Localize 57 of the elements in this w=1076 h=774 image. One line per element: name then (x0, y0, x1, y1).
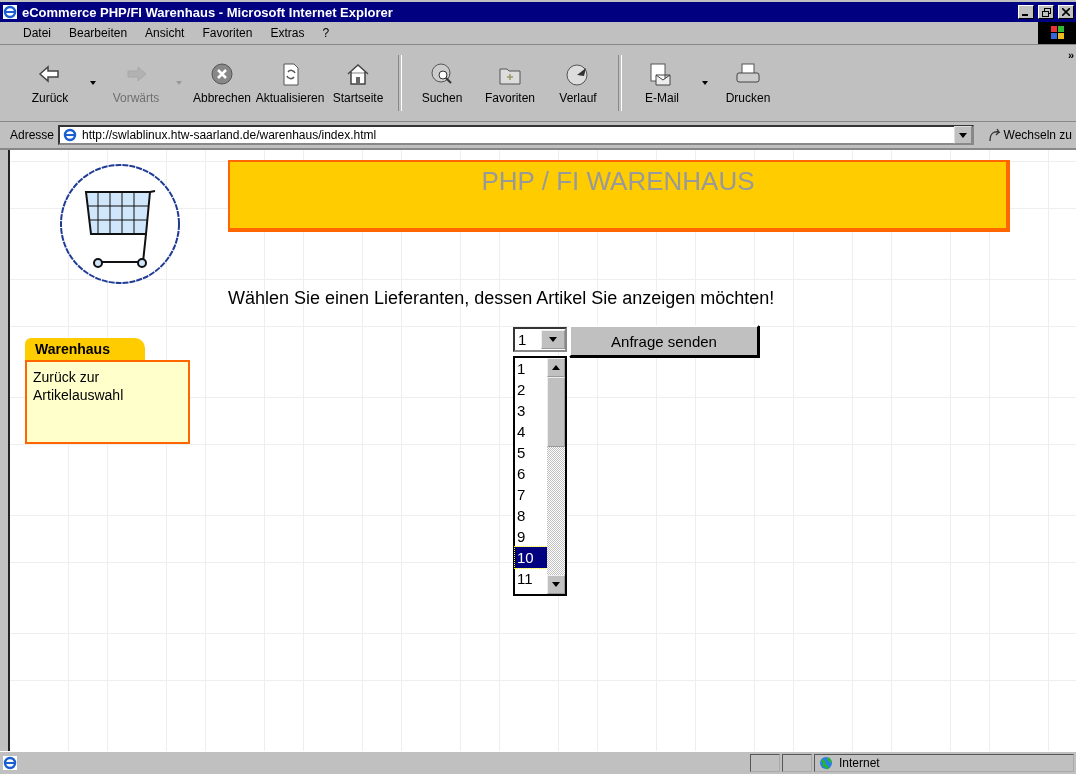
supplier-select[interactable]: 1 (513, 327, 567, 352)
back-button[interactable]: Zurück (16, 61, 84, 105)
home-button[interactable]: Startseite (324, 61, 392, 105)
go-button[interactable]: Wechseln zu (977, 128, 1076, 142)
favorites-button[interactable]: Favoriten (476, 61, 544, 105)
globe-icon (819, 756, 833, 770)
dropdown-option[interactable]: 9 (515, 526, 547, 547)
refresh-button[interactable]: Aktualisieren (256, 61, 324, 105)
caret-icon[interactable] (700, 80, 710, 86)
scrollbar[interactable] (547, 358, 565, 594)
more-chevron[interactable]: » (1067, 49, 1074, 61)
stop-button[interactable]: Abbrechen (188, 61, 256, 105)
close-button[interactable] (1058, 5, 1074, 19)
dropdown-option[interactable]: 3 (515, 400, 547, 421)
sidebar-tab[interactable]: Warenhaus (25, 338, 145, 360)
status-panel (750, 754, 780, 772)
zone-label: Internet (839, 756, 880, 770)
print-button[interactable]: Drucken (714, 61, 782, 105)
dropdown-option[interactable]: 8 (515, 505, 547, 526)
search-button[interactable]: Suchen (408, 61, 476, 105)
page-icon (2, 755, 18, 771)
page-icon (62, 127, 79, 143)
caret-icon[interactable] (88, 80, 98, 86)
menu-item[interactable]: Bearbeiten (60, 26, 137, 40)
back-link[interactable]: Zurück zur Artikelauswahl (33, 368, 182, 404)
dropdown-option[interactable]: 5 (515, 442, 547, 463)
dropdown-option[interactable]: 11 (515, 568, 547, 589)
menu-item[interactable]: Favoriten (193, 26, 262, 40)
scroll-thumb[interactable] (547, 377, 565, 447)
restore-button[interactable] (1038, 5, 1054, 19)
window-title: eCommerce PHP/FI Warenhaus - Microsoft Internet Explorer (22, 4, 394, 20)
banner: PHP / FI WARENHAUS (228, 160, 1010, 232)
menu-item[interactable]: Ansicht (136, 26, 194, 40)
stop-icon (208, 61, 236, 87)
dropdown-option[interactable]: 6 (515, 463, 547, 484)
history-button[interactable]: Verlauf (544, 61, 612, 105)
address-field[interactable]: http://swlablinux.htw-saarland.de/warenhaus/index.html (58, 125, 974, 145)
scroll-up-icon[interactable] (547, 358, 565, 377)
browser-icon (2, 4, 18, 20)
mail-button[interactable]: E-Mail (628, 61, 696, 105)
status-panel (782, 754, 812, 772)
dropdown-option[interactable]: 2 (515, 379, 547, 400)
address-label: Adresse (10, 128, 55, 142)
dropdown-option[interactable]: 1 (515, 358, 547, 379)
menu-item[interactable]: Extras (261, 26, 314, 40)
heading: Wählen Sie einen Lieferanten, dessen Artikel Sie anzeigen möchten! (228, 288, 776, 309)
menu-item[interactable]: ? (313, 26, 339, 40)
scroll-down-icon[interactable] (547, 575, 565, 594)
restore-icon (1041, 7, 1051, 17)
curved-arrow-icon (987, 128, 1002, 142)
submit-button[interactable]: Anfrage senden (569, 325, 759, 357)
minimize-button[interactable] (1018, 5, 1034, 19)
dropdown-option[interactable]: 7 (515, 484, 547, 505)
dropdown-option[interactable]: 4 (515, 421, 547, 442)
menu-item[interactable]: Datei (14, 26, 60, 40)
dropdown-option[interactable]: 10 (515, 547, 547, 568)
close-icon (1062, 8, 1070, 16)
